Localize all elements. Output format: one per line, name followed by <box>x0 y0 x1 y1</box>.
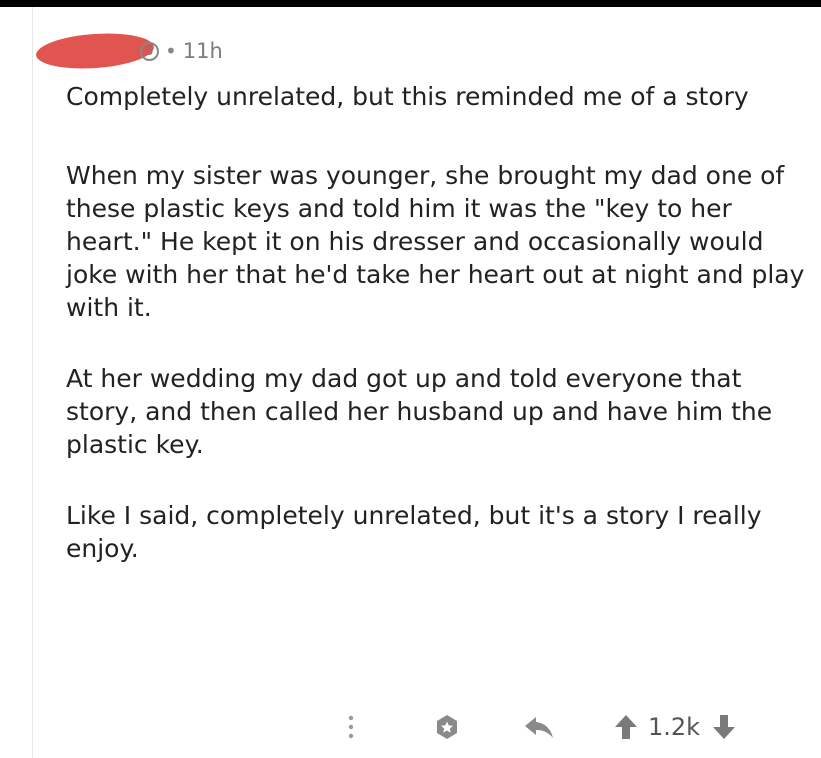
comment-meta: 5 • 11h <box>34 29 806 73</box>
comment-actions: 1.2k <box>340 710 736 744</box>
comment-paragraph: At her wedding my dad got up and told ev… <box>66 364 773 459</box>
thread-line[interactable] <box>32 7 33 758</box>
separator-dot: • <box>165 39 177 63</box>
save-icon[interactable] <box>432 712 462 742</box>
comment-paragraph: Completely unrelated, but this reminded … <box>66 82 749 111</box>
flair-icon: 5 <box>140 41 159 61</box>
comment-body: Completely unrelated, but this reminded … <box>66 80 806 565</box>
score: 1.2k <box>648 713 701 741</box>
comment: 5 • 11h Completely unrelated, but this r… <box>34 29 806 603</box>
comment-age: 11h <box>182 39 223 63</box>
downvote-arrow-icon[interactable] <box>712 713 736 741</box>
comment-paragraph: Like I said, completely unrelated, but i… <box>66 501 762 563</box>
redaction-mark <box>34 29 156 73</box>
comment-paragraph: When my sister was younger, she brought … <box>66 161 805 322</box>
top-bar <box>0 0 821 7</box>
reply-icon[interactable] <box>522 712 556 742</box>
more-vertical-icon-svg <box>348 715 354 739</box>
more-vertical-icon[interactable] <box>340 712 362 742</box>
upvote-arrow-icon[interactable] <box>614 713 638 741</box>
